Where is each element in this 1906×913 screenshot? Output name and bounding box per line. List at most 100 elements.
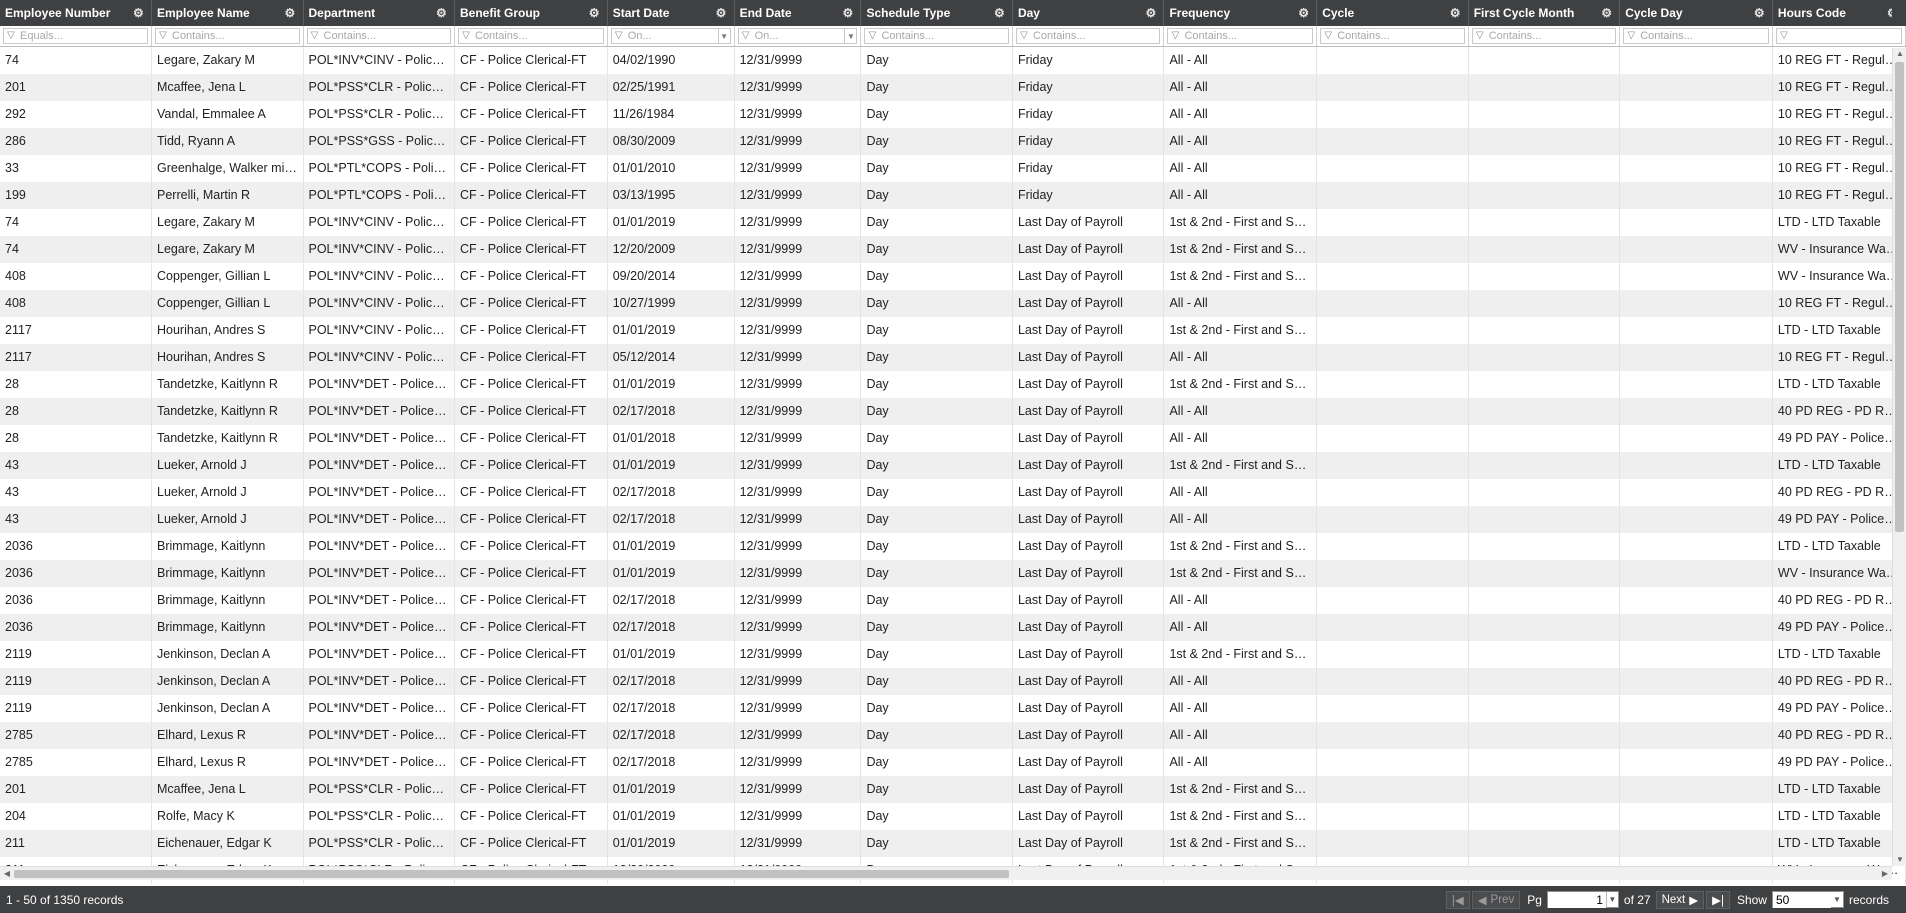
vertical-scrollbar[interactable]: ▲ ▼ <box>1892 48 1906 866</box>
filter-funnel-icon[interactable]: ▽ <box>1624 29 1638 43</box>
filter-input-cycle-day[interactable] <box>1638 29 1768 43</box>
table-row[interactable]: 204 Rolfe, Macy K POL*PSS*CLR - Police/Po.… <box>0 802 1906 830</box>
filter-funnel-icon[interactable]: ▽ <box>4 29 18 43</box>
table-row[interactable]: 74 Legare, Zakary M POL*INV*CINV - Police/… <box>0 46 1906 74</box>
table-row[interactable]: 2117 Hourihan, Andres S POL*INV*CINV - Pol… <box>0 343 1906 371</box>
column-header-benefit-group[interactable]: Benefit Group ⚙ <box>454 0 608 26</box>
gear-icon[interactable]: ⚙ <box>285 7 297 19</box>
filter-funnel-icon[interactable]: ▽ <box>1321 29 1335 43</box>
gear-icon[interactable]: ⚙ <box>1298 7 1310 19</box>
column-header-schedule-type[interactable]: Schedule Type ⚙ <box>860 0 1013 26</box>
filter-input-first-cycle-month[interactable] <box>1486 29 1616 43</box>
filter-funnel-icon[interactable]: ▽ <box>1777 29 1791 43</box>
first-page-button[interactable]: |◀ <box>1445 890 1470 909</box>
table-row[interactable]: 199 Perrelli, Martin R POL*PTL*COPS - Poli… <box>0 181 1906 209</box>
table-row[interactable]: 286 Tidd, Ryann A POL*PSS*GSS - Police/Po.… <box>0 127 1906 155</box>
table-row[interactable]: 28 Tandetzke, Kaitlynn R POL*INV*DET - Pol… <box>0 370 1906 398</box>
table-row[interactable]: 201 Mcaffee, Jena L POL*PSS*CLR - Police/P… <box>0 73 1906 101</box>
table-row[interactable]: 28 Tandetzke, Kaitlynn R POL*INV*DET - Pol… <box>0 397 1906 425</box>
filter-funnel-icon[interactable]: ▽ <box>1017 29 1031 43</box>
gear-icon[interactable]: ⚙ <box>842 7 854 19</box>
table-row[interactable]: 408 Coppenger, Gillian L POL*INV*CINV - Po… <box>0 262 1906 290</box>
column-header-first-cycle-month[interactable]: First Cycle Month ⚙ <box>1468 0 1621 26</box>
table-row[interactable]: 2785 Elhard, Lexus R POL*INV*DET - Police/… <box>0 721 1906 749</box>
gear-icon[interactable]: ⚙ <box>1601 7 1613 19</box>
filter-input-end-date[interactable] <box>752 29 845 43</box>
column-header-employee-name[interactable]: Employee Name ⚙ <box>151 0 304 26</box>
gear-icon[interactable]: ⚙ <box>1754 7 1766 19</box>
table-row[interactable]: 74 Legare, Zakary M POL*INV*CINV - Police/… <box>0 208 1906 236</box>
table-row[interactable]: 2119 Jenkinson, Declan A POL*INV*DET - Pol… <box>0 694 1906 722</box>
prev-page-button[interactable]: ◀ Prev <box>1471 890 1521 909</box>
column-header-day[interactable]: Day ⚙ <box>1012 0 1165 26</box>
scroll-left-icon[interactable]: ◀ <box>0 867 14 881</box>
table-row[interactable]: 408 Coppenger, Gillian L POL*INV*CINV - Po… <box>0 289 1906 317</box>
page-input[interactable] <box>1547 891 1606 908</box>
filter-input-hours-code[interactable] <box>1790 29 1901 43</box>
table-row[interactable]: 2785 Elhard, Lexus R POL*INV*DET - Police/… <box>0 748 1906 776</box>
table-row[interactable]: 33 Greenhalge, Walker mid... POL*PTL*COPS … <box>0 154 1906 182</box>
table-row[interactable]: 43 Lueker, Arnold J POL*INV*DET - Police/I… <box>0 505 1906 533</box>
table-row[interactable]: 2117 Hourihan, Andres S POL*INV*CINV - Pol… <box>0 316 1906 344</box>
filter-funnel-icon[interactable]: ▽ <box>1473 29 1487 43</box>
column-header-hours-code[interactable]: Hours Code⚙ <box>1772 0 1906 26</box>
filter-funnel-icon[interactable]: ▽ <box>1168 29 1182 43</box>
gear-icon[interactable]: ⚙ <box>994 7 1006 19</box>
table-row[interactable]: 2036 Brimmage, Kaitlynn POL*INV*DET - Poli… <box>0 532 1906 560</box>
chevron-down-icon[interactable]: ▼ <box>844 29 856 43</box>
column-header-department[interactable]: Department ⚙ <box>303 0 455 26</box>
next-page-button[interactable]: Next ▶ <box>1655 890 1705 909</box>
scroll-up-icon[interactable]: ▲ <box>1893 48 1906 60</box>
page-size-input[interactable] <box>1772 891 1831 908</box>
column-header-end-date[interactable]: End Date ⚙ <box>734 0 862 26</box>
filter-input-frequency[interactable] <box>1182 29 1313 43</box>
gear-icon[interactable]: ⚙ <box>133 7 145 19</box>
table-row[interactable]: 211Eichenauer, Edgar KPOL*PSS*CLR - Poli… <box>0 829 1906 857</box>
column-header-cycle[interactable]: Cycle ⚙ <box>1316 0 1469 26</box>
gear-icon[interactable]: ⚙ <box>436 7 448 19</box>
chevron-down-icon[interactable]: ▼ <box>717 29 730 43</box>
filter-input-employee-number[interactable] <box>18 29 147 43</box>
chevron-down-icon[interactable]: ▼ <box>1831 892 1843 907</box>
horizontal-scrollbar[interactable]: ◀ ▶ <box>0 866 1892 880</box>
table-row[interactable]: 43 Lueker, Arnold J POL*INV*DET - Police/I… <box>0 478 1906 506</box>
filter-funnel-icon[interactable]: ▽ <box>865 29 879 43</box>
filter-input-benefit-group[interactable] <box>473 29 603 43</box>
chevron-down-icon[interactable]: ▼ <box>1605 892 1618 907</box>
gear-icon[interactable]: ⚙ <box>589 7 601 19</box>
filter-funnel-icon[interactable]: ▽ <box>612 29 626 43</box>
filter-funnel-icon[interactable]: ▽ <box>459 29 473 43</box>
gear-icon[interactable]: ⚙ <box>716 7 728 19</box>
filter-funnel-icon[interactable]: ▽ <box>156 29 170 43</box>
table-row[interactable]: 2119 Jenkinson, Declan A POL*INV*DET - Pol… <box>0 667 1906 695</box>
filter-input-department[interactable] <box>321 29 450 43</box>
table-row[interactable]: 201 Mcaffee, Jena L POL*PSS*CLR - Police/P… <box>0 775 1906 803</box>
filter-input-start-date[interactable] <box>625 29 718 43</box>
horizontal-scroll-thumb[interactable] <box>14 870 1009 878</box>
filter-input-day[interactable] <box>1030 29 1160 43</box>
table-row[interactable]: 28 Tandetzke, Kaitlynn R POL*INV*DET - Pol… <box>0 424 1906 452</box>
gear-icon[interactable]: ⚙ <box>1145 7 1157 19</box>
last-page-button[interactable]: ▶| <box>1706 890 1730 909</box>
column-header-start-date[interactable]: Start Date ⚙ <box>607 0 735 26</box>
vertical-scroll-thumb[interactable] <box>1895 62 1904 532</box>
table-row[interactable]: 2036 Brimmage, Kaitlynn POL*INV*DET - Poli… <box>0 586 1906 614</box>
gear-icon[interactable]: ⚙ <box>1450 7 1462 19</box>
table-row[interactable]: 2036 Brimmage, Kaitlynn POL*INV*DET - Poli… <box>0 613 1906 641</box>
table-row[interactable]: 2119 Jenkinson, Declan A POL*INV*DET - Pol… <box>0 640 1906 668</box>
scroll-right-icon[interactable]: ▶ <box>1878 867 1892 881</box>
filter-input-employee-name[interactable] <box>170 29 299 43</box>
column-header-cycle-day[interactable]: Cycle Day ⚙ <box>1619 0 1773 26</box>
filter-funnel-icon[interactable]: ▽ <box>308 29 322 43</box>
scroll-down-icon[interactable]: ▼ <box>1893 854 1906 866</box>
page-select[interactable]: ▼ <box>1546 891 1619 908</box>
table-row[interactable]: 292 Vandal, Emmalee A POL*PSS*CLR - Police… <box>0 100 1906 128</box>
column-header-frequency[interactable]: Frequency ⚙ <box>1163 0 1318 26</box>
table-row[interactable]: 43 Lueker, Arnold J POL*INV*DET - Police/I… <box>0 451 1906 479</box>
table-row[interactable]: 74 Legare, Zakary M POL*INV*CINV - Police/… <box>0 235 1906 263</box>
table-row[interactable]: 2036 Brimmage, Kaitlynn POL*INV*DET - Poli… <box>0 559 1906 587</box>
page-size-select[interactable]: ▼ <box>1771 891 1844 908</box>
filter-input-cycle[interactable] <box>1335 29 1464 43</box>
column-header-employee-number[interactable]: Employee Number ⚙ <box>0 0 152 26</box>
filter-input-schedule-type[interactable] <box>879 29 1008 43</box>
